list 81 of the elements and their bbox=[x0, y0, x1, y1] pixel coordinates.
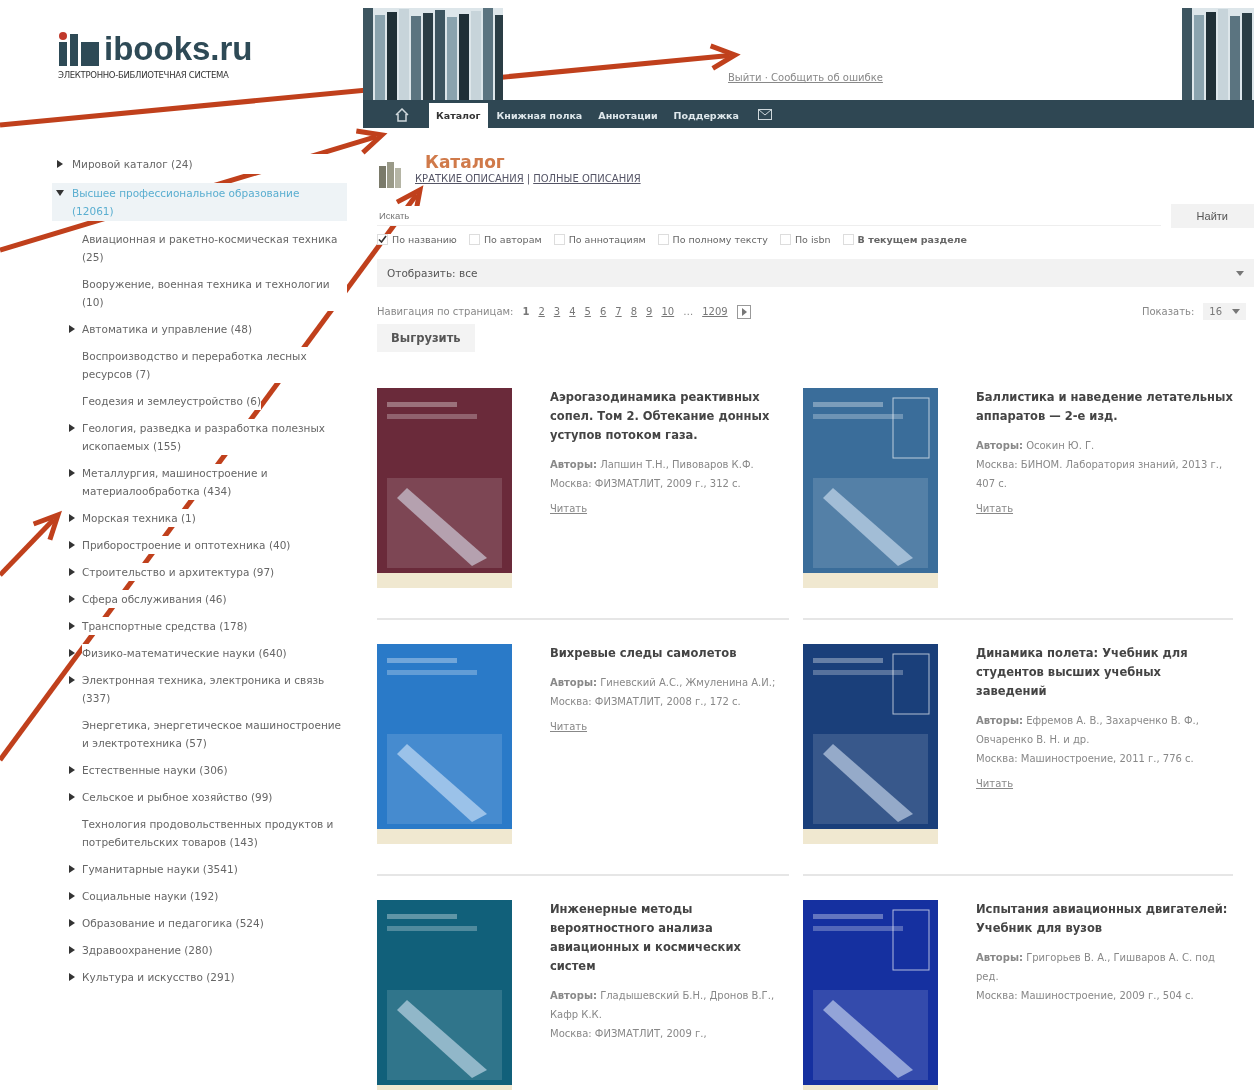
nav-tab[interactable]: Каталог bbox=[429, 103, 488, 128]
expand-icon[interactable] bbox=[68, 514, 76, 522]
page-link[interactable]: 10 bbox=[661, 306, 675, 317]
page-link[interactable]: 5 bbox=[584, 306, 591, 317]
expand-icon[interactable] bbox=[68, 919, 76, 927]
user-links[interactable]: Выйти · Сообщить об ошибке bbox=[728, 72, 883, 83]
dropdown-caret-icon bbox=[1236, 270, 1244, 276]
book-details: Авторы: Лапшин Т.Н., Пивоваров К.Ф. Москва: ФИЗМАТЛИТ, 2009 г., 312 с. bbox=[550, 458, 755, 491]
pagination-ellipsis: … bbox=[683, 306, 694, 317]
read-link[interactable]: Читать bbox=[976, 778, 1014, 789]
book-title[interactable]: Инженерные методы вероятностного анализа авиационных и космических систем bbox=[550, 900, 789, 976]
expand-icon[interactable] bbox=[68, 973, 76, 981]
book-title[interactable]: Динамика полета: Учебник для студентов высших учебных заведений bbox=[976, 644, 1233, 701]
expand-icon[interactable] bbox=[68, 766, 76, 774]
book-details: Авторы: Гиневский А.С., Жмуленина А.И.; Москва: ФИЗМАТЛИТ, 2008 г., 172 с. bbox=[550, 676, 776, 709]
sidebar-item[interactable]: Физико-математические науки (640) bbox=[82, 644, 287, 662]
book-details: Авторы: Григорьев В. А., Гишваров А. С. под ред. Москва: Машиностроение, 2009 г., 504 с. bbox=[976, 951, 1216, 1003]
expand-icon[interactable] bbox=[68, 865, 76, 873]
book-details: Авторы: Гладышевский Б.Н., Дронов В.Г., Кафр К.К. Москва: ФИЗМАТЛИТ, 2009 г., bbox=[550, 989, 776, 1041]
export-button[interactable]: Выгрузить bbox=[377, 324, 475, 352]
view-link[interactable]: КРАТКИЕ ОПИСАНИЯ bbox=[415, 173, 524, 184]
logo-text[interactable]: ibooks.ru bbox=[104, 30, 253, 68]
expand-icon[interactable] bbox=[68, 946, 76, 954]
sidebar-item[interactable]: Морская техника (1) bbox=[82, 509, 196, 527]
page-link[interactable]: 3 bbox=[553, 306, 561, 317]
expand-icon[interactable] bbox=[68, 325, 76, 333]
nav-tab[interactable]: Аннотации bbox=[591, 103, 665, 128]
expand-icon[interactable] bbox=[68, 568, 76, 576]
book-title[interactable]: Испытания авиационных двигателей: Учебник для вузов bbox=[976, 900, 1233, 938]
logo-subtitle: ЭЛЕКТРОННО-БИБЛИОТЕЧНАЯ СИСТЕМА bbox=[58, 70, 230, 80]
checkbox-label[interactable]: По isbn bbox=[794, 234, 831, 245]
book-title[interactable]: Баллистика и наведение летательных аппаратов — 2-е изд. bbox=[976, 388, 1233, 426]
page-link[interactable]: 1209 bbox=[702, 306, 728, 317]
expand-icon[interactable] bbox=[68, 595, 76, 603]
separator: | bbox=[526, 173, 531, 184]
per-page-label: Показать: bbox=[1141, 306, 1195, 317]
book-details: Авторы: Ефремов А. В., Захарченко В. Ф., Овчаренко В. Н. и др. Москва: Машиностроение, 2011 г., 776 с. bbox=[976, 714, 1200, 766]
book-title[interactable]: Вихревые следы самолетов bbox=[550, 644, 776, 663]
expand-icon[interactable] bbox=[68, 892, 76, 900]
search-button[interactable]: Найти bbox=[1170, 204, 1254, 228]
dropdown-caret-icon bbox=[1232, 309, 1240, 314]
page-link[interactable]: 1 bbox=[522, 306, 530, 317]
next-page-icon[interactable] bbox=[736, 304, 751, 319]
sidebar-item[interactable]: Приборостроение и оптотехника (40) bbox=[82, 536, 291, 554]
read-link[interactable]: Читать bbox=[550, 721, 588, 732]
expand-icon[interactable] bbox=[68, 622, 76, 630]
home-icon[interactable] bbox=[395, 108, 409, 122]
mail-icon[interactable] bbox=[757, 109, 772, 120]
read-link[interactable]: Читать bbox=[550, 503, 588, 514]
page-link[interactable]: 9 bbox=[646, 306, 653, 317]
expand-icon[interactable] bbox=[68, 541, 76, 549]
expand-icon[interactable] bbox=[56, 160, 64, 168]
search-field[interactable]: Искать bbox=[377, 206, 1161, 226]
page-link[interactable]: 7 bbox=[615, 306, 622, 317]
page-link[interactable]: 8 bbox=[630, 306, 638, 317]
nav-tab[interactable]: Поддержка bbox=[666, 103, 746, 128]
expand-icon[interactable] bbox=[68, 424, 76, 432]
sidebar-item[interactable]: Строительство и архитектура (97) bbox=[82, 563, 275, 581]
page-link[interactable]: 4 bbox=[569, 306, 576, 317]
books-icon bbox=[377, 160, 403, 188]
view-link[interactable]: ПОЛНЫЕ ОПИСАНИЯ bbox=[533, 173, 641, 184]
book-details: Авторы: Осокин Ю. Г. Москва: БИНОМ. Лаборатория знаний, 2013 г., 407 с. bbox=[976, 439, 1224, 491]
expand-icon[interactable] bbox=[68, 649, 76, 657]
page-link[interactable]: 6 bbox=[599, 306, 607, 317]
sidebar-item[interactable]: Сфера обслуживания (46) bbox=[82, 590, 227, 608]
page-link[interactable]: 2 bbox=[538, 306, 545, 317]
checkbox[interactable] bbox=[377, 234, 388, 245]
display-select[interactable]: Отобразить: все bbox=[377, 259, 1254, 287]
nav-tab[interactable]: Книжная полка bbox=[489, 103, 590, 128]
expand-icon[interactable] bbox=[68, 793, 76, 801]
pagination-label: Навигация по страницам: bbox=[377, 306, 514, 317]
per-page-select[interactable]: 16 bbox=[1203, 303, 1246, 320]
book-title[interactable]: Аэрогазодинамика реактивных сопел. Том 2. Обтекание донных уступов потоком газа. bbox=[550, 388, 789, 445]
expand-icon[interactable] bbox=[68, 676, 76, 684]
sidebar-item[interactable]: Транспортные средства (178) bbox=[82, 617, 248, 635]
read-link[interactable]: Читать bbox=[976, 503, 1014, 514]
checkbox-label[interactable]: По аннотациям bbox=[568, 234, 646, 245]
collapse-icon[interactable] bbox=[56, 189, 64, 197]
logo-icon bbox=[58, 32, 100, 66]
checkbox-label[interactable]: По полному тексту bbox=[672, 234, 768, 245]
expand-icon[interactable] bbox=[68, 469, 76, 477]
